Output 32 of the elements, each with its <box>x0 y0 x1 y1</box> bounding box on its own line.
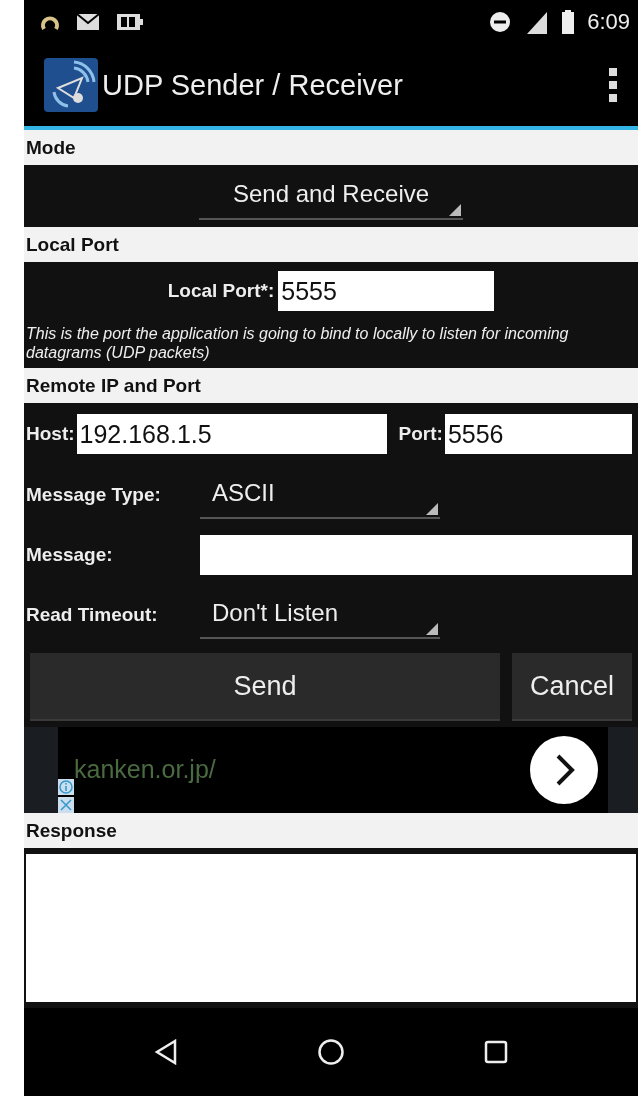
do-not-disturb-icon <box>489 11 512 33</box>
home-icon[interactable] <box>317 1038 345 1066</box>
section-header: Local Port <box>24 227 638 262</box>
battery-icon <box>561 10 576 34</box>
field-label: Read Timeout: <box>26 604 159 626</box>
recent-apps-icon[interactable] <box>484 1040 509 1064</box>
field-label: Local Port*: <box>167 280 275 302</box>
ad-url: kanken.or.jp/ <box>74 755 217 784</box>
mail-icon <box>76 13 100 31</box>
field-label: Message: <box>26 544 114 566</box>
field-label: Message Type: <box>26 484 162 506</box>
field-label: Host: <box>26 423 75 445</box>
description-text: This is the port the application is going to bind to locally to listen for incoming datagrams (UDP packets) <box>26 325 569 361</box>
cancel-button[interactable]: Cancel <box>512 653 632 721</box>
section-header: Remote IP and Port <box>24 368 638 403</box>
clock: 6:09 <box>587 9 630 35</box>
host-field[interactable]: 192.168.1.5 <box>76 414 387 454</box>
chevron-right-icon[interactable] <box>530 736 598 804</box>
message-field[interactable] <box>200 535 632 575</box>
antenna-logo-icon <box>44 58 98 112</box>
message-type-dropdown[interactable]: ASCII <box>200 471 440 519</box>
app-title: UDP Sender / Receiver <box>102 68 404 102</box>
send-button[interactable]: Send <box>30 653 500 721</box>
local-port-field[interactable]: 5555 <box>278 271 495 311</box>
field-label: Port: <box>398 423 443 445</box>
back-icon[interactable] <box>153 1039 178 1065</box>
section-header: Response <box>24 813 638 848</box>
section-header: Mode <box>24 130 638 165</box>
more-options-icon[interactable] <box>608 67 618 103</box>
battery-saver-icon <box>116 13 144 31</box>
read-timeout-dropdown[interactable]: Don't Listen <box>200 591 440 639</box>
port-field[interactable]: 5556 <box>444 414 632 454</box>
